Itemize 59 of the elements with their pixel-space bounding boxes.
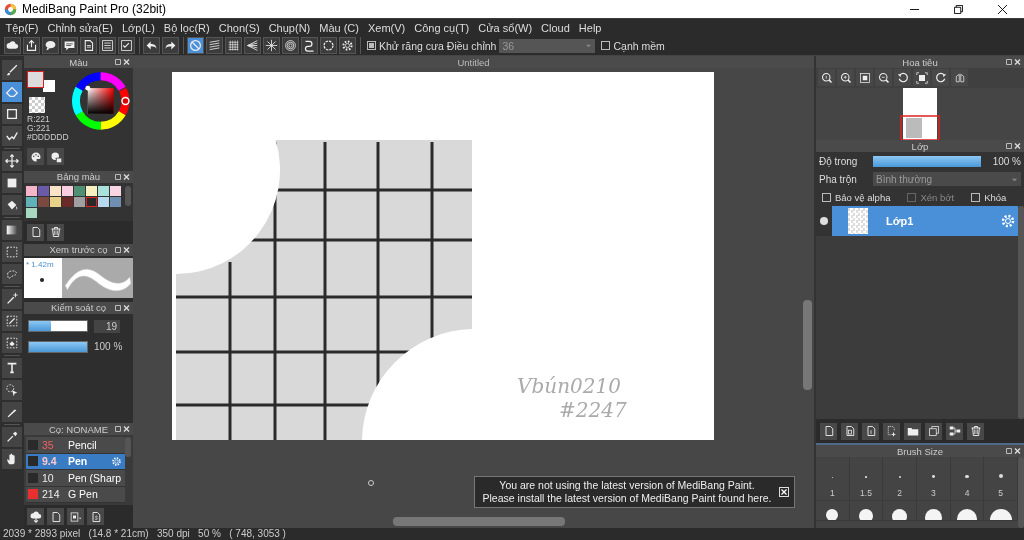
status-text: 2039 * 2893 pixel (14.8 * 21cm) 350 dpi 50 % ( 748, 3053 ) bbox=[3, 528, 286, 539]
slider-value: 100 % bbox=[94, 341, 123, 353]
window-title: MediBang Paint Pro (32bit) bbox=[22, 2, 168, 16]
brush-size-option[interactable]: 4 bbox=[950, 457, 985, 501]
signature-text: #2247 bbox=[559, 398, 627, 422]
layer-name: Lớp1 bbox=[886, 215, 914, 227]
opacity-label: Độ trong bbox=[819, 155, 859, 167]
checkbox-label: Khóa bbox=[984, 191, 1007, 203]
signature-text: Vbún0210 bbox=[517, 374, 622, 398]
menu-item[interactable]: Màu (C) bbox=[314, 21, 364, 34]
panel-title: Hoa tiêu bbox=[902, 56, 938, 68]
menu-item[interactable]: Help bbox=[574, 21, 606, 34]
menu-item[interactable]: Chỉnh sửa(E) bbox=[43, 21, 118, 34]
notice-text: Please install the latest version of MediBang Paint found here. bbox=[482, 492, 772, 505]
correction-label: Điều chỉnh bbox=[446, 39, 497, 52]
brush-size: 9.4 bbox=[42, 455, 58, 468]
brush-item[interactable]: 35 Pencil bbox=[26, 437, 125, 454]
brush-name: G Pen bbox=[68, 488, 98, 501]
brush-item[interactable]: 10 Pen (Sharp bbox=[26, 470, 125, 487]
update-notice[interactable]: You are not using the latest version of MediBang Paint. Please install the latest version of MediBang Paint found here. bbox=[474, 476, 795, 508]
menu-item[interactable]: Tệp(F) bbox=[1, 21, 43, 34]
soft-edge-label: Cạnh mềm bbox=[613, 39, 665, 52]
brush-name: Pencil bbox=[68, 438, 97, 451]
panel-title: Kiểm soát cọ bbox=[51, 302, 106, 314]
brush-size: 10 bbox=[42, 471, 55, 484]
checkbox-label: Bảo vệ alpha bbox=[835, 191, 891, 203]
menu-item[interactable]: Lớp(L) bbox=[117, 21, 160, 34]
slider-value: 19 bbox=[94, 319, 120, 333]
brush-size-option[interactable]: 1.5 bbox=[849, 457, 884, 501]
brush-size: 35 bbox=[42, 438, 55, 451]
color-value: #DDDDDD bbox=[27, 133, 69, 142]
menu-item[interactable]: Cloud bbox=[536, 21, 575, 34]
brush-size-label: * 1.42m bbox=[26, 259, 54, 269]
brush-size: 214 bbox=[42, 488, 61, 501]
menu-item[interactable]: Bộ lọc(R) bbox=[159, 21, 215, 34]
brush-size-option[interactable]: 1 bbox=[816, 457, 850, 501]
blend-label: Pha trộn bbox=[819, 173, 858, 185]
brush-size-option[interactable]: 2 bbox=[883, 457, 917, 501]
document-title: Untitled bbox=[457, 56, 490, 68]
panel-title: Bảng màu bbox=[56, 171, 101, 183]
menu-item[interactable]: Cửa sổ(W) bbox=[473, 21, 537, 34]
brush-name: Pen bbox=[68, 455, 88, 468]
menu-item[interactable]: Chọn(S) bbox=[214, 21, 265, 34]
panel-title: Xem trước cọ bbox=[49, 244, 108, 256]
checkbox-label: Xén bớt bbox=[920, 191, 955, 203]
brush-size-option[interactable]: 3 bbox=[917, 457, 951, 501]
opacity-value: 100 % bbox=[992, 155, 1021, 167]
color-value: R:221 bbox=[27, 115, 51, 124]
panel-title: Brush Size bbox=[897, 445, 943, 457]
color-value: G:221 bbox=[27, 124, 52, 133]
menu-item[interactable]: Chụp(N) bbox=[264, 21, 315, 34]
panel-title: Cọ: NONAME bbox=[48, 423, 109, 435]
panel-title: Màu bbox=[69, 56, 88, 68]
notice-text: You are not using the latest version of MediBang Paint. bbox=[499, 479, 755, 492]
antialias-label: Khử răng cưa bbox=[379, 39, 444, 52]
panel-title: Lớp bbox=[911, 140, 929, 152]
brush-name: Pen (Sharp bbox=[68, 471, 122, 484]
menu-item[interactable]: Công cụ(T) bbox=[409, 21, 474, 34]
menu-item[interactable]: Xem(V) bbox=[363, 21, 410, 34]
